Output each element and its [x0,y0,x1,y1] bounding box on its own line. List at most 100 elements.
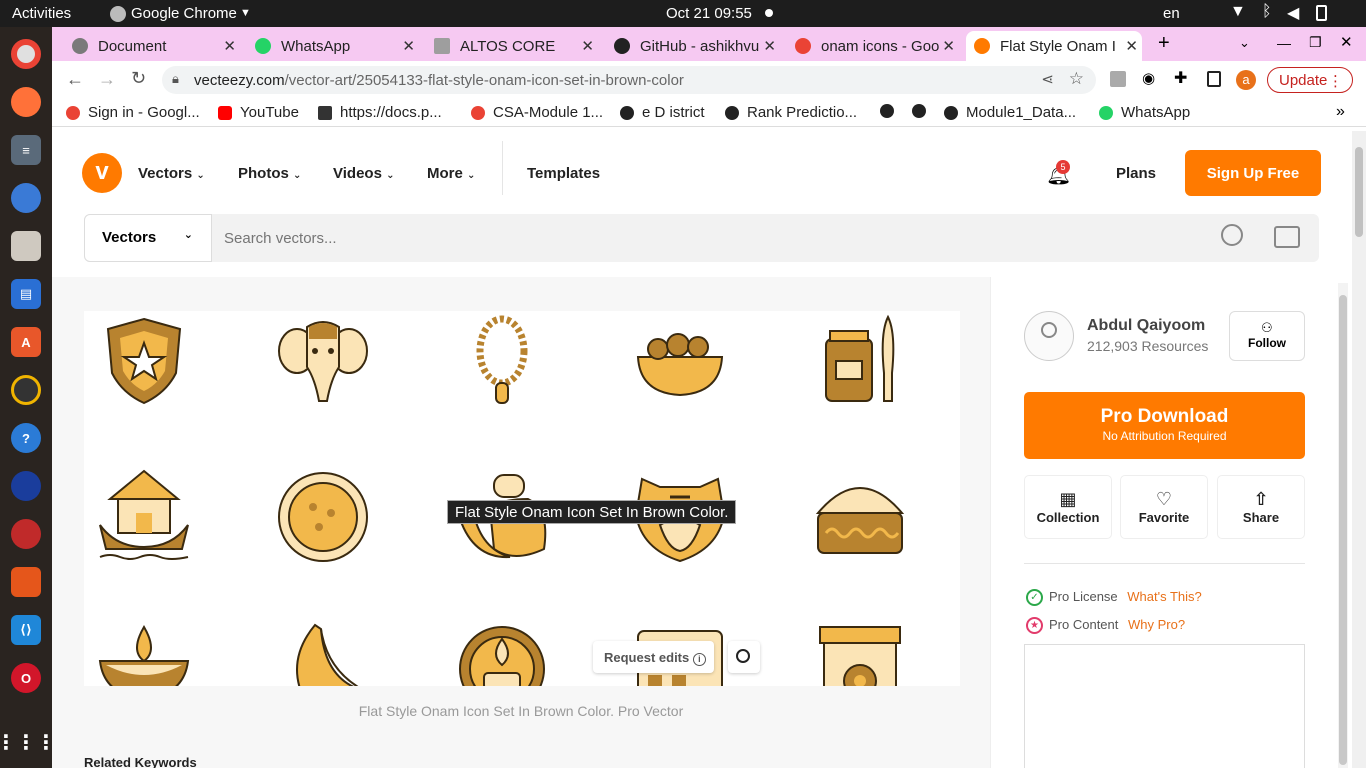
wifi-icon[interactable]: ▼ [1230,3,1246,21]
bookmark-item[interactable]: YouTube [218,104,299,121]
request-edits-button[interactable]: Request edits i [593,641,714,673]
author-name[interactable]: Abdul Qaiyoom [1087,317,1205,335]
bookmark-item[interactable] [912,104,934,118]
address-bar[interactable]: 🔒︎ vecteezy.com/vector-art/25054133-flat… [162,66,1096,94]
vscode-dock-icon[interactable]: ⟨⟩ [11,615,41,645]
share-url-icon[interactable]: ⋖ [1041,70,1054,88]
tab-favicon-icon [72,38,88,54]
bookmark-item[interactable]: https://docs.p... [318,104,442,121]
tab-strip: Document ✕ WhatsApp ✕ ALTOS CORE ✕ GitHub -… [52,27,1366,61]
bookmark-item[interactable]: Module1_Data... [944,104,1076,121]
zoom-out-button[interactable] [728,641,760,673]
close-tab-icon[interactable]: ✕ [581,37,594,55]
minimize-icon[interactable]: — [1277,35,1291,51]
tab-label: Document [98,37,167,55]
software-dock-icon[interactable]: A [11,327,41,357]
app-menu[interactable]: Google Chrome [131,5,237,22]
app-dock-icon[interactable] [11,471,41,501]
bookmark-item[interactable]: Sign in - Googl... [66,104,200,121]
side-panel-icon[interactable] [1207,71,1221,87]
opera-dock-icon[interactable]: O [11,663,41,693]
tab-document[interactable]: Document ✕ [64,31,240,61]
activities-button[interactable]: Activities [12,5,71,22]
image-search-icon[interactable] [1274,226,1300,248]
bookmark-item[interactable]: e D istrict [620,104,705,121]
app2-dock-icon[interactable] [11,519,41,549]
vecteezy-logo[interactable]: v [82,153,122,193]
nav-vectors[interactable]: Vectors ⌄ [138,165,205,182]
globe-icon [944,105,958,120]
nav-videos[interactable]: Videos ⌄ [333,165,394,182]
why-pro-link[interactable]: Why Pro? [1128,617,1185,632]
language-indicator[interactable]: en [1163,5,1180,22]
forward-icon[interactable]: → [98,69,116,90]
back-icon[interactable]: ← [66,69,84,90]
files-dock-icon[interactable] [11,231,41,261]
reload-icon[interactable]: ↻ [131,68,146,89]
notification-dot-icon [765,9,773,17]
rhythmbox-dock-icon[interactable] [11,375,41,405]
extensions-puzzle-icon[interactable]: ✚ [1174,68,1187,88]
tab-vecteezy[interactable]: Flat Style Onam I ✕ [966,31,1142,61]
google-icon [471,105,485,120]
extension-1-icon[interactable] [1110,71,1126,87]
image-tooltip: Flat Style Onam Icon Set In Brown Color. [447,500,737,524]
close-tab-icon[interactable]: ✕ [223,37,236,55]
maximize-icon[interactable]: ❐ [1309,34,1322,51]
tab-favicon-icon [974,38,990,54]
nav-templates[interactable]: Templates [527,165,600,182]
collection-button[interactable]: ▦ Collection [1024,475,1112,539]
tab-google-search[interactable]: onam icons - Goo ✕ [787,31,959,61]
close-tab-icon[interactable]: ✕ [1125,37,1138,55]
nav-more[interactable]: More ⌄ [427,165,475,182]
sign-up-button[interactable]: Sign Up Free [1185,150,1321,196]
profile-avatar[interactable]: a [1236,70,1256,90]
office-dock-icon[interactable] [11,567,41,597]
ad-box [1024,644,1305,768]
more-bookmarks-icon[interactable]: » [1336,103,1345,121]
close-window-icon[interactable]: ✕ [1340,33,1353,51]
new-tab-icon[interactable]: + [1158,32,1170,55]
browser-toolbar: ← → ↻ 🔒︎ vecteezy.com/vector-art/2505413… [52,61,1366,99]
search-icon[interactable] [1221,224,1243,246]
bookmark-item[interactable]: Rank Predictio... [725,104,857,121]
tab-search-icon[interactable]: ⌄ [1239,35,1250,51]
avatar[interactable] [1024,311,1074,361]
bluetooth-icon[interactable]: ᛒ [1262,3,1272,21]
favorite-button[interactable]: ♡ Favorite [1120,475,1208,539]
extension-2-icon[interactable]: ◉ [1142,69,1155,87]
share-button[interactable]: ⇧ Share [1217,475,1305,539]
mixer-dock-icon[interactable]: ≡ [11,135,41,165]
plans-link[interactable]: Plans [1116,165,1156,182]
volume-icon[interactable]: ◀ [1287,3,1299,23]
nav-photos[interactable]: Photos ⌄ [238,165,301,182]
pro-download-button[interactable]: Pro Download No Attribution Required [1024,392,1305,459]
chrome-dock-icon[interactable] [11,39,41,69]
help-dock-icon[interactable]: ? [11,423,41,453]
close-tab-icon[interactable]: ✕ [942,37,955,55]
page-scrollbar-thumb[interactable] [1355,147,1363,237]
tab-altos[interactable]: ALTOS CORE ✕ [426,31,598,61]
follow-button[interactable]: ⚇ Follow [1229,311,1305,361]
show-apps-icon[interactable]: ⋮⋮⋮ [0,727,56,757]
tab-github[interactable]: GitHub - ashikhvu ✕ [606,31,780,61]
clock[interactable]: Oct 21 09:55 [666,5,752,22]
close-tab-icon[interactable]: ✕ [763,37,776,55]
close-tab-icon[interactable]: ✕ [402,37,415,55]
thunderbird-dock-icon[interactable] [11,183,41,213]
tab-whatsapp[interactable]: WhatsApp ✕ [247,31,419,61]
search-input[interactable] [224,222,1184,254]
panel-scrollbar[interactable] [1338,283,1348,768]
update-button[interactable]: Update ⋮ [1267,67,1353,93]
bookmark-star-icon[interactable]: ☆ [1069,69,1084,89]
firefox-dock-icon[interactable] [11,87,41,117]
page-scrollbar[interactable] [1352,131,1366,768]
battery-icon[interactable] [1316,5,1327,21]
panel-scrollbar-thumb[interactable] [1339,295,1347,765]
search-category-select[interactable]: Vectors ⌄ [84,214,212,262]
bookmark-item[interactable]: WhatsApp [1099,104,1190,121]
writer-dock-icon[interactable]: ▤ [11,279,41,309]
bookmark-item[interactable]: CSA-Module 1... [471,104,603,121]
bookmark-item[interactable] [880,104,902,118]
whats-this-link[interactable]: What's This? [1127,589,1202,604]
